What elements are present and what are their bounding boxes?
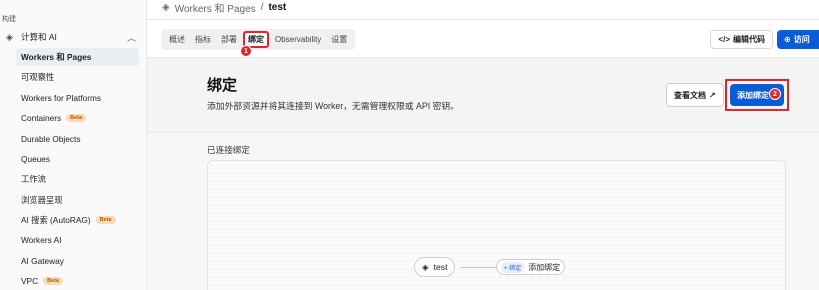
sidebar-item-label: Queues [21, 154, 51, 164]
step-marker-2: 2 [769, 88, 781, 100]
workers-icon: ◈ [162, 2, 170, 13]
sidebar-item-label: 浏览器呈现 [21, 195, 63, 205]
breadcrumb: ◈ Workers 和 Pages / test [162, 0, 286, 15]
connected-bindings-label: 已连接绑定 [207, 145, 250, 155]
breadcrumb-current: test [268, 2, 287, 13]
tab-settings[interactable]: 设置 [327, 31, 351, 48]
tab-bar: 概述 指标 部署 绑定 Observability 设置 1 </> 编辑代码 … [147, 20, 819, 58]
add-binding-highlight: 添加绑定 2 [725, 79, 789, 111]
binding-tag: + 绑定 [501, 261, 525, 273]
sidebar-item-label: AI Gateway [21, 256, 64, 266]
sidebar-item-vpc[interactable]: VPC Beta [16, 272, 139, 290]
worker-node[interactable]: ◈ test [414, 257, 456, 277]
sidebar-group-label: 计算和 AI [21, 32, 57, 42]
step-marker-1: 1 [240, 45, 252, 57]
compute-icon: ◈ [6, 31, 13, 42]
bindings-header: 绑定 添加外部资源并将其连接到 Worker，无需管理权限或 API 密钥。 查… [147, 58, 819, 133]
sidebar-item-label: AI 搜索 (AutoRAG) [21, 215, 91, 225]
sidebar-item-label: 工作流 [21, 174, 46, 184]
sidebar-item-browser-rendering[interactable]: 浏览器呈现 [16, 191, 139, 209]
tab-deployments[interactable]: 部署 [217, 31, 241, 48]
sidebar-item-label: Workers AI [21, 235, 62, 245]
binding-tag-label: 绑定 [509, 265, 522, 272]
connector-line [461, 267, 496, 268]
view-docs-label: 查看文档 [674, 90, 706, 100]
sidebar-item-durable-objects[interactable]: Durable Objects [16, 130, 139, 148]
sidebar-item-label: Containers [21, 113, 62, 123]
sidebar-item-containers[interactable]: Containers Beta [16, 109, 139, 127]
bindings-canvas: ◈ test + 绑定 添加绑定 [207, 160, 786, 290]
visit-label: 访问 [793, 35, 810, 44]
sidebar: 构建 ◈ 计算和 AI ︿ Workers 和 Pages 可观察性 Worke… [0, 0, 147, 290]
sidebar-item-label: VPC [21, 276, 39, 286]
breadcrumb-parent[interactable]: Workers 和 Pages [175, 0, 256, 15]
tabs: 概述 指标 部署 绑定 Observability 设置 [161, 29, 356, 50]
sidebar-item-workers-pages[interactable]: Workers 和 Pages [16, 48, 139, 66]
sidebar-group-compute-ai[interactable]: ◈ 计算和 AI ︿ [6, 30, 140, 44]
sidebar-item-label: Durable Objects [21, 134, 81, 144]
tab-observability[interactable]: Observability [271, 31, 325, 48]
globe-icon: ⊕ [784, 35, 791, 44]
sidebar-section-title: 构建 [2, 16, 16, 23]
sidebar-item-workers-ai[interactable]: Workers AI [16, 231, 139, 249]
edit-code-button[interactable]: </> 编辑代码 [710, 30, 773, 49]
beta-badge: Beta [66, 114, 87, 122]
sidebar-item-label: Workers for Platforms [21, 93, 102, 103]
page-title: 绑定 [207, 77, 238, 94]
sidebar-item-workers-platforms[interactable]: Workers for Platforms [16, 89, 139, 107]
sidebar-item-label: 可观察性 [21, 72, 55, 82]
sidebar-item-queues[interactable]: Queues [16, 150, 139, 168]
breadcrumb-separator: / [260, 2, 264, 13]
add-binding-node-label: 添加绑定 [528, 262, 561, 272]
sidebar-item-observability[interactable]: 可观察性 [16, 68, 139, 86]
workers-icon: ◈ [422, 261, 429, 272]
add-binding-node[interactable]: + 绑定 添加绑定 [496, 259, 566, 275]
sidebar-item-ai-search[interactable]: AI 搜索 (AutoRAG) Beta [16, 211, 139, 229]
sidebar-item-workflows[interactable]: 工作流 [16, 170, 139, 188]
sidebar-item-ai-gateway[interactable]: AI Gateway [16, 252, 139, 270]
beta-badge: Beta [43, 277, 63, 285]
external-link-icon: ↗ [709, 90, 716, 100]
top-bar: ◈ Workers 和 Pages / test [147, 0, 819, 20]
sidebar-item-label: Workers 和 Pages [21, 52, 92, 62]
code-icon: </> [718, 35, 730, 44]
tab-overview[interactable]: 概述 [165, 31, 189, 48]
beta-badge: Beta [95, 216, 116, 224]
chevron-up-icon[interactable]: ︿ [127, 31, 136, 44]
tab-metrics[interactable]: 指标 [191, 31, 215, 48]
worker-node-name: test [433, 262, 448, 272]
view-docs-button[interactable]: 查看文档 ↗ [666, 83, 724, 107]
edit-code-label: 编辑代码 [733, 35, 765, 44]
visit-button[interactable]: ⊕ 访问 [777, 30, 819, 49]
page-subtitle: 添加外部资源并将其连接到 Worker，无需管理权限或 API 密钥。 [207, 101, 460, 111]
